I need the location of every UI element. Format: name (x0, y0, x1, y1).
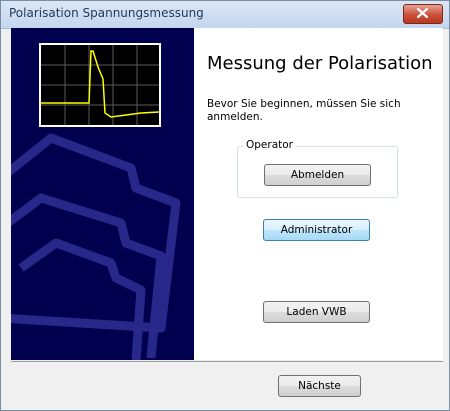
operator-group-label: Operator (244, 139, 295, 151)
close-button[interactable] (403, 4, 443, 24)
administrator-button-label: Administrator (280, 224, 353, 236)
intro-text: Bevor Sie beginnen, müssen Sie sich anme… (207, 98, 401, 123)
wizard-window: Polarisation Spannungsmessung Messung de… (0, 0, 450, 411)
side-banner (11, 28, 194, 360)
load-vwb-button[interactable]: Laden VWB (263, 301, 370, 323)
waveform-icon (41, 45, 160, 125)
footer-divider (11, 361, 443, 362)
title-bar[interactable]: Polarisation Spannungsmessung (1, 1, 449, 29)
load-vwb-button-label: Laden VWB (286, 306, 347, 318)
logout-button[interactable]: Abmelden (264, 164, 371, 186)
wizard-content: Messung der Polarisation Bevor Sie begin… (11, 28, 443, 360)
close-icon (417, 8, 428, 18)
administrator-button[interactable]: Administrator (263, 219, 370, 241)
oscilloscope-graphic (39, 43, 161, 127)
page-heading: Messung der Polarisation (207, 53, 433, 74)
operator-group: Operator Abmelden (237, 139, 398, 198)
next-button-label: Nächste (298, 380, 341, 392)
next-button[interactable]: Nächste (278, 375, 361, 397)
logout-button-label: Abmelden (290, 169, 345, 181)
window-title: Polarisation Spannungsmessung (9, 6, 204, 20)
